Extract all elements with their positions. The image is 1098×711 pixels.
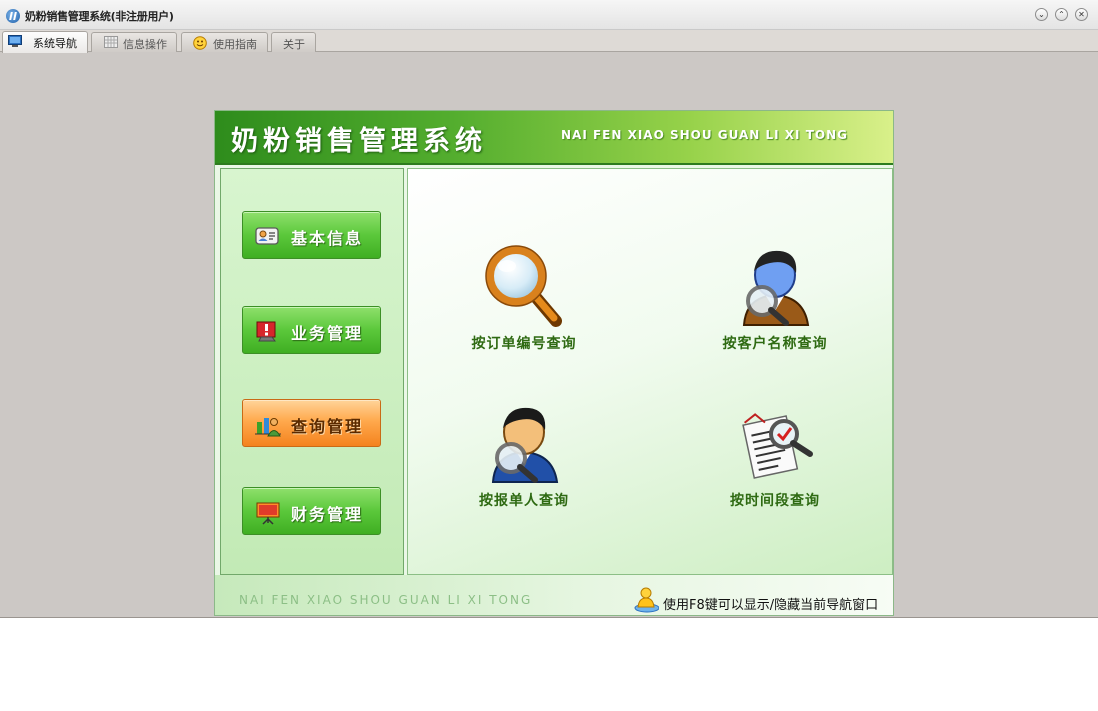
title-bar: 奶粉销售管理系统(非注册用户) ⌄ ⌃ ✕ (0, 0, 1098, 30)
footer: NAI FEN XIAO SHOU GUAN LI XI TONG 使用F8键可… (215, 575, 893, 615)
nav-label: 财务管理 (291, 505, 364, 524)
tab-about[interactable]: 关于 (271, 32, 316, 52)
alert-monitor-icon (255, 321, 279, 342)
query-label: 按客户名称查询 (722, 336, 828, 352)
nav-label: 查询管理 (291, 417, 364, 436)
smiley-icon (193, 36, 207, 50)
nav-label: 基本信息 (291, 229, 364, 248)
nav-query-button[interactable]: 查询管理 (242, 399, 381, 447)
query-by-submitter[interactable]: 按报单人查询 (439, 398, 609, 518)
nav-finance-button[interactable]: 财务管理 (242, 487, 381, 535)
banner: 奶粉销售管理系统 NAI FEN XIAO SHOU GUAN LI XI TO… (215, 111, 893, 165)
grid-icon (104, 36, 118, 48)
user-search-icon (730, 241, 820, 331)
tab-bar: 系统导航 信息操作 使用指南 关于 (0, 30, 1098, 53)
query-content: 按订单编号查询 按客户名称查询 按报单人查询 按时间段查询 (407, 168, 893, 575)
tab-system-nav[interactable]: 系统导航 (2, 31, 88, 53)
user-tip-icon (633, 585, 660, 613)
nav-basic-info-button[interactable]: 基本信息 (242, 211, 381, 259)
tab-user-guide[interactable]: 使用指南 (181, 32, 268, 52)
id-card-icon (255, 226, 279, 246)
f8-tip-text: 使用F8键可以显示/隐藏当前导航窗口 (663, 598, 879, 613)
app-window: 奶粉销售管理系统(非注册用户) ⌄ ⌃ ✕ 系统导航 信息操作 使用指南 关于 (0, 0, 1098, 618)
app-logo-icon (6, 9, 20, 23)
close-button[interactable]: ✕ (1075, 8, 1088, 21)
footer-brand: NAI FEN XIAO SHOU GUAN LI XI TONG (239, 593, 533, 607)
query-by-time-range[interactable]: 按时间段查询 (690, 398, 860, 518)
monitor-icon (8, 35, 22, 47)
navigation-panel: 奶粉销售管理系统 NAI FEN XIAO SHOU GUAN LI XI TO… (214, 110, 894, 616)
document-search-icon (730, 398, 820, 488)
window-title: 奶粉销售管理系统(非注册用户) (25, 10, 174, 23)
tab-label: 关于 (283, 38, 305, 51)
query-label: 按订单编号查询 (471, 336, 577, 352)
sidebar: 基本信息 业务管理 查询管理 财务管理 (220, 168, 404, 575)
banner-title: 奶粉销售管理系统 (231, 126, 487, 157)
presentation-board-icon (255, 502, 280, 525)
banner-subtitle: NAI FEN XIAO SHOU GUAN LI XI TONG (561, 128, 848, 142)
maximize-button[interactable]: ⌃ (1055, 8, 1068, 21)
minimize-button[interactable]: ⌄ (1035, 8, 1048, 21)
tab-label: 信息操作 (123, 38, 167, 51)
tab-label: 系统导航 (33, 37, 77, 50)
nav-business-button[interactable]: 业务管理 (242, 306, 381, 354)
nav-label: 业务管理 (291, 324, 364, 343)
chart-person-icon (255, 414, 281, 437)
magnifier-icon (479, 241, 569, 331)
query-by-order-number[interactable]: 按订单编号查询 (439, 241, 609, 361)
user-search-icon (479, 398, 569, 488)
query-by-customer-name[interactable]: 按客户名称查询 (690, 241, 860, 361)
tab-label: 使用指南 (213, 38, 257, 51)
query-label: 按时间段查询 (730, 493, 820, 509)
query-label: 按报单人查询 (479, 493, 569, 509)
tab-info-ops[interactable]: 信息操作 (91, 32, 177, 52)
